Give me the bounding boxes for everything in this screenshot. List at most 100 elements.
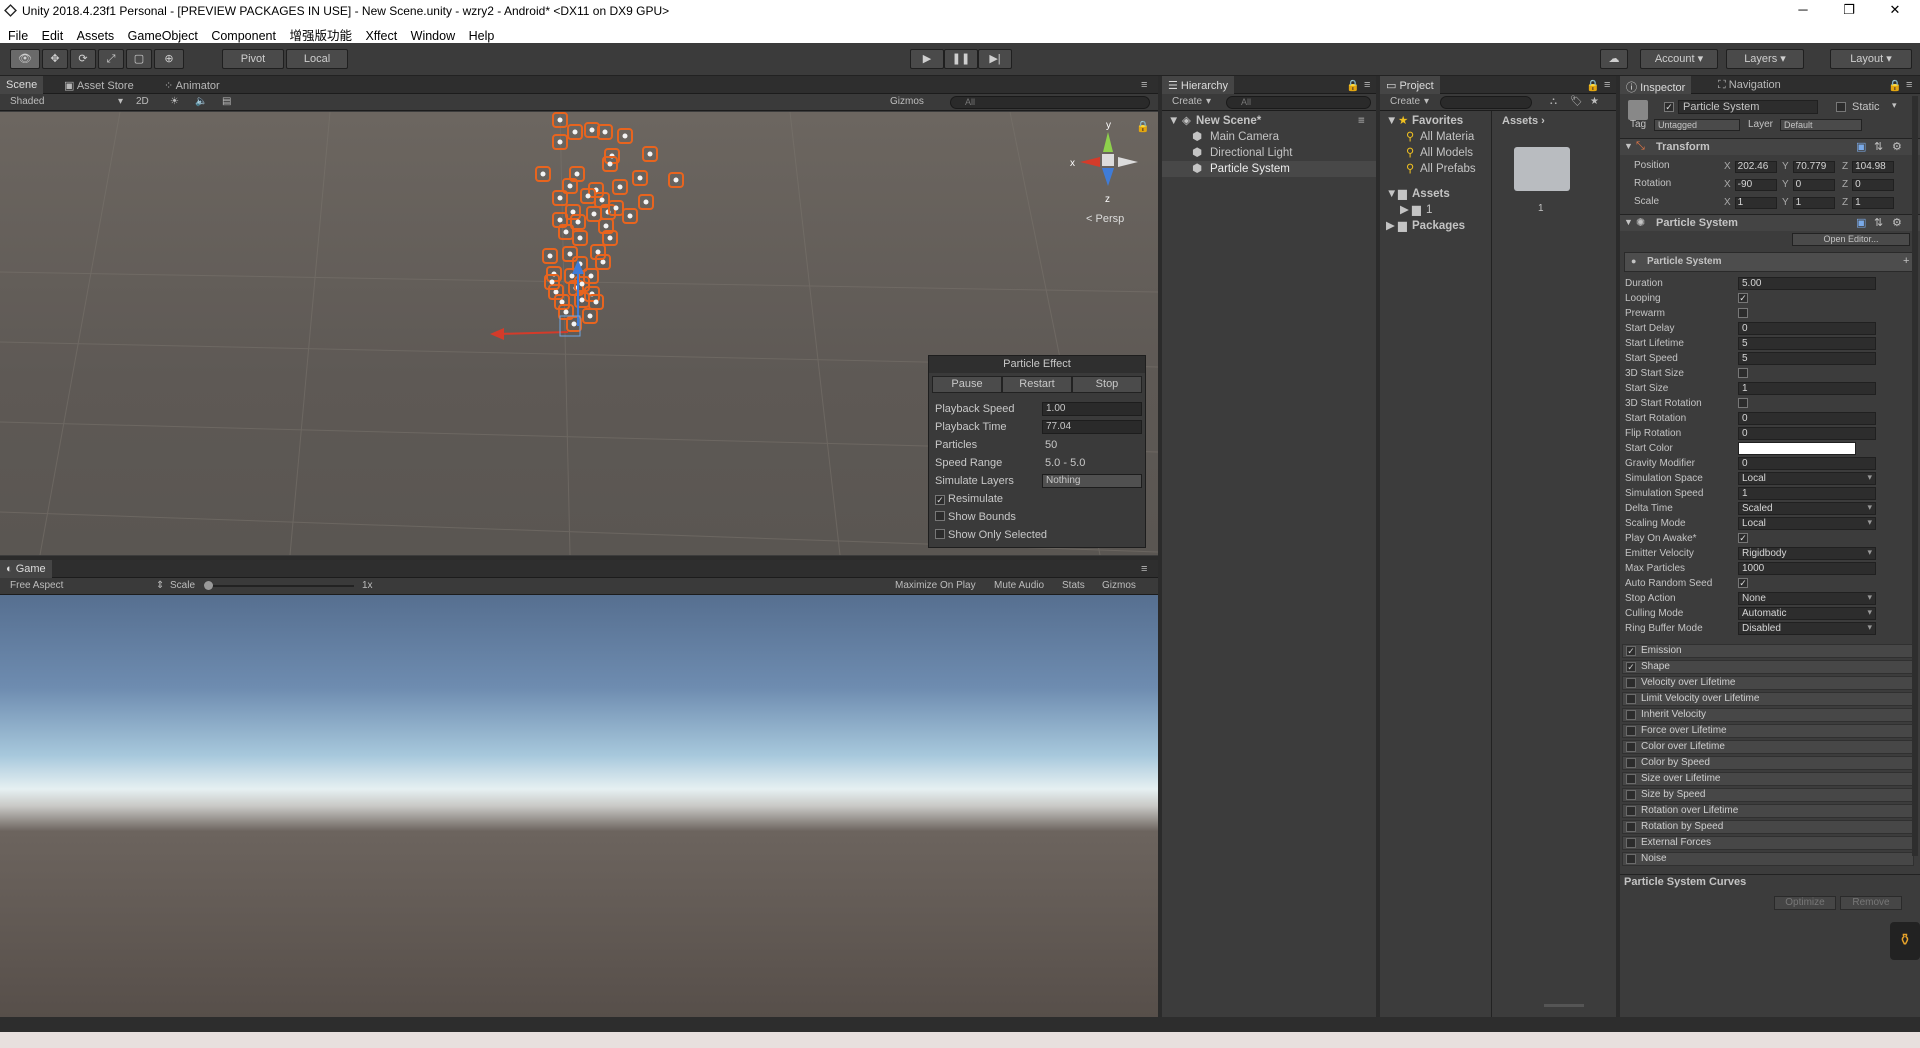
- audio-toggle-icon[interactable]: 🔈: [195, 96, 207, 107]
- shading-dropdown-arrow-icon[interactable]: ▾: [118, 96, 123, 107]
- game-viewport[interactable]: [0, 595, 1158, 1017]
- start-color-swatch[interactable]: [1738, 442, 1856, 455]
- tab-game[interactable]: ◐ Game: [0, 560, 52, 578]
- favorites-row[interactable]: ▼ ★ Favorites: [1380, 113, 1491, 129]
- field-dropdown[interactable]: None: [1738, 592, 1876, 605]
- scale-x-field[interactable]: 1: [1734, 197, 1777, 209]
- module-checkbox[interactable]: [1626, 854, 1636, 864]
- presets-icon[interactable]: ⇅: [1874, 140, 1883, 153]
- menu-gameobject[interactable]: GameObject: [120, 26, 198, 43]
- module-row[interactable]: Noise: [1622, 852, 1914, 866]
- field-input[interactable]: 0: [1738, 457, 1876, 470]
- position-y[interactable]: Y 70.779: [1782, 159, 1835, 173]
- field-input[interactable]: 1: [1738, 487, 1876, 500]
- help-icon[interactable]: ▣: [1856, 140, 1866, 153]
- x-axis-handle[interactable]: [497, 331, 569, 335]
- hierarchy-item-directional-light[interactable]: ⬢ Directional Light: [1162, 145, 1376, 161]
- favorites-foldout-icon[interactable]: ▼: [1386, 113, 1397, 129]
- rotation-z[interactable]: Z0: [1842, 177, 1895, 191]
- position-x[interactable]: X 202.46: [1724, 159, 1777, 173]
- hierarchy-item-main-camera[interactable]: ⬢ Main Camera: [1162, 129, 1376, 145]
- cloud-icon[interactable]: ☁: [1600, 49, 1628, 69]
- scale-slider[interactable]: [204, 585, 354, 587]
- module-checkbox[interactable]: [1626, 774, 1636, 784]
- fav-all-prefabs[interactable]: ⚲ All Prefabs: [1380, 161, 1491, 177]
- minimize-icon[interactable]: ─: [1780, 0, 1826, 22]
- menu-edit[interactable]: Edit: [34, 26, 64, 43]
- static-checkbox[interactable]: [1836, 102, 1846, 112]
- folder-foldout-icon[interactable]: ▶: [1400, 202, 1409, 218]
- module-row[interactable]: Size over Lifetime: [1622, 772, 1914, 786]
- rotation-z-field[interactable]: 0: [1852, 179, 1895, 191]
- rotation-y[interactable]: Y0: [1782, 177, 1835, 191]
- field-dropdown[interactable]: Scaled: [1738, 502, 1876, 515]
- module-checkbox[interactable]: ✓: [1626, 646, 1636, 656]
- layer-dropdown[interactable]: Default: [1780, 119, 1862, 131]
- settings-gear-icon[interactable]: ⚙: [1892, 140, 1902, 153]
- lock-icon[interactable]: 🔒: [1136, 120, 1150, 133]
- rect-tool-icon[interactable]: ▢: [126, 49, 152, 69]
- aspect-dropdown[interactable]: Free Aspect: [10, 580, 63, 591]
- field-input[interactable]: 5: [1738, 337, 1876, 350]
- module-row[interactable]: External Forces: [1622, 836, 1914, 850]
- game-gizmos-dropdown[interactable]: Gizmos: [1102, 580, 1136, 591]
- position-z[interactable]: Z 104.98: [1842, 159, 1895, 173]
- transform-tool-icon[interactable]: ⊕: [154, 49, 184, 69]
- tab-asset-store[interactable]: ▣ Asset Store: [58, 76, 140, 94]
- packages-folder-row[interactable]: ▶ ▆ Packages: [1380, 218, 1491, 234]
- module-row[interactable]: Size by Speed: [1622, 788, 1914, 802]
- field-input[interactable]: 1000: [1738, 562, 1876, 575]
- project-breadcrumb[interactable]: Assets ›: [1502, 115, 1545, 127]
- scene-root-row[interactable]: ▼ ◈ New Scene* ≡: [1162, 113, 1376, 129]
- scale-z-field[interactable]: 1: [1852, 197, 1895, 209]
- transform-header[interactable]: ▼ ⤡ Transform ▣ ⇅ ⚙: [1620, 138, 1920, 155]
- module-checkbox[interactable]: ✓: [1626, 662, 1636, 672]
- active-checkbox[interactable]: ✓: [1664, 102, 1674, 112]
- field-dropdown[interactable]: Disabled: [1738, 622, 1876, 635]
- scale-tool-icon[interactable]: ⤢: [98, 49, 124, 69]
- gizmo-negx-cone-icon[interactable]: [1118, 157, 1138, 167]
- field-input[interactable]: 1: [1738, 382, 1876, 395]
- position-x-field[interactable]: 202.46: [1734, 161, 1777, 173]
- ps-main-module-header[interactable]: ● Particle System +: [1624, 252, 1916, 272]
- packages-foldout-icon[interactable]: ▶: [1386, 218, 1395, 234]
- field-input[interactable]: 0: [1738, 412, 1876, 425]
- layers-dropdown[interactable]: Layers ▾: [1726, 49, 1804, 69]
- field-dropdown[interactable]: Rigidbody: [1738, 547, 1876, 560]
- stop-button[interactable]: Stop: [1072, 376, 1142, 393]
- open-editor-button[interactable]: Open Editor...: [1792, 233, 1910, 246]
- field-checkbox[interactable]: ✓: [1738, 293, 1748, 303]
- pivot-button[interactable]: Pivot: [222, 49, 284, 69]
- scale-z[interactable]: Z1: [1842, 195, 1895, 209]
- play-icon[interactable]: ▶: [910, 49, 944, 69]
- field-input[interactable]: 5.00: [1738, 277, 1876, 290]
- lighting-toggle-icon[interactable]: ☀: [170, 96, 179, 107]
- optimize-button[interactable]: Optimize: [1774, 896, 1836, 910]
- rotation-x[interactable]: X -90: [1724, 177, 1777, 191]
- playback-time-field[interactable]: 77.04: [1042, 420, 1142, 434]
- shading-dropdown[interactable]: Shaded: [10, 96, 44, 107]
- module-checkbox[interactable]: [1626, 678, 1636, 688]
- mute-audio-toggle[interactable]: Mute Audio: [994, 580, 1044, 591]
- position-y-field[interactable]: 70.779: [1792, 161, 1835, 173]
- filter-label-icon[interactable]: 🏷: [1570, 96, 1583, 107]
- hierarchy-item-particle-system[interactable]: ⬢ Particle System: [1162, 161, 1376, 177]
- fav-all-materials[interactable]: ⚲ All Materia: [1380, 129, 1491, 145]
- asset-folder-1[interactable]: ▶ ▆ 1: [1380, 202, 1491, 218]
- local-button[interactable]: Local: [286, 49, 348, 69]
- tab-hierarchy[interactable]: ☰ Hierarchy: [1162, 76, 1234, 94]
- project-create-arrow-icon[interactable]: ▾: [1424, 96, 1429, 107]
- module-checkbox[interactable]: [1626, 694, 1636, 704]
- module-checkbox[interactable]: [1626, 806, 1636, 816]
- menu-file[interactable]: File: [0, 26, 28, 43]
- inspector-scrollbar[interactable]: [1912, 96, 1918, 856]
- persp-label[interactable]: < Persp: [1086, 213, 1124, 225]
- gizmo-y-cone-icon[interactable]: [1103, 132, 1113, 152]
- module-row[interactable]: Rotation by Speed: [1622, 820, 1914, 834]
- menu-enhanced[interactable]: 增强版功能: [281, 22, 352, 44]
- hierarchy-search-input[interactable]: All: [1226, 96, 1371, 109]
- assets-folder-row[interactable]: ▼ ▆ Assets: [1380, 186, 1491, 202]
- field-input[interactable]: 0: [1738, 322, 1876, 335]
- module-checkbox[interactable]: [1626, 742, 1636, 752]
- assets-foldout-icon[interactable]: ▼: [1386, 186, 1397, 202]
